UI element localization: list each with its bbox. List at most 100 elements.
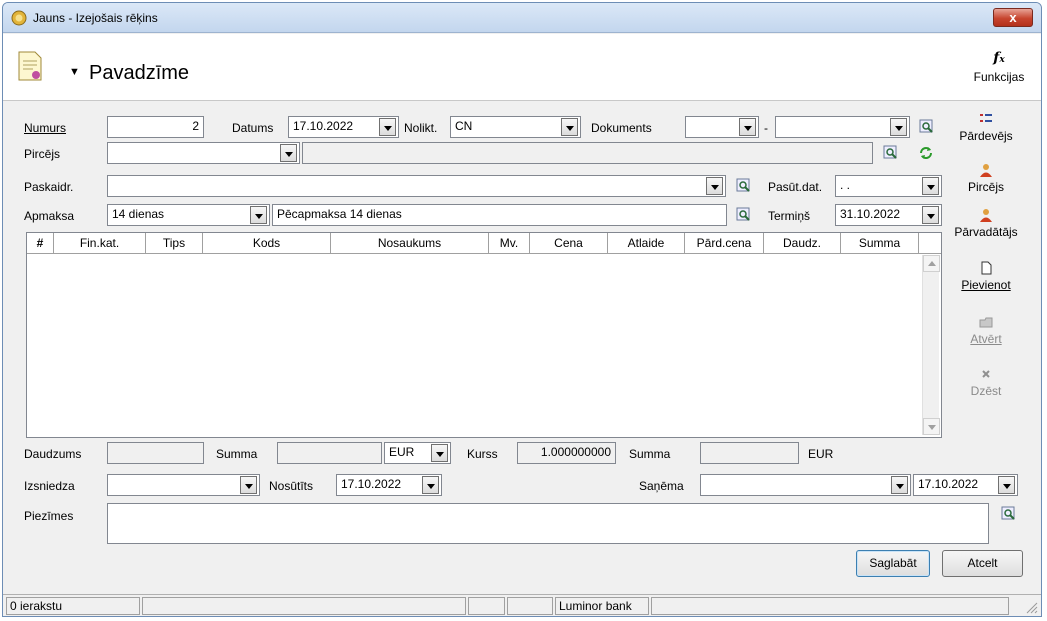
kurss-field: 1.000000000: [517, 442, 616, 464]
fx-icon: fx: [993, 50, 1005, 66]
apmaksa-label: Apmaksa: [24, 209, 75, 223]
col-fin-kat[interactable]: Fin.kat.: [54, 233, 146, 254]
pardevejs-label: Pārdevējs: [959, 129, 1013, 143]
izsniedza-label: Izsniedza: [24, 479, 75, 493]
summa2-field: [700, 442, 799, 464]
datums-label: Datums: [232, 121, 274, 135]
col-mv[interactable]: Mv.: [489, 233, 530, 254]
col-cena[interactable]: Cena: [530, 233, 608, 254]
paskaidr-lookup-icon[interactable]: [736, 178, 752, 194]
currency-dropdown-icon[interactable]: [431, 444, 448, 462]
table-scrollbar[interactable]: [922, 255, 940, 435]
termins-dropdown-icon[interactable]: [922, 206, 939, 224]
sanema-dropdown-icon[interactable]: [891, 476, 908, 494]
pievienot-button[interactable]: Pievienot: [946, 260, 1026, 292]
functions-label: Funkcijas: [973, 70, 1025, 84]
scroll-up-icon[interactable]: [923, 255, 940, 272]
numurs-label: Numurs: [24, 121, 67, 135]
col-summa[interactable]: Summa: [841, 233, 919, 254]
daudzums-label: Daudzums: [24, 447, 82, 461]
apmaksa-desc-field: Pēcapmaksa 14 dienas: [272, 204, 727, 226]
sanema-label: Saņēma: [639, 479, 684, 493]
atvert-label: Atvērt: [970, 332, 1002, 346]
piezimes-field[interactable]: [107, 503, 989, 544]
pasut-dat-label: Pasūt.dat.: [768, 180, 823, 194]
functions-button[interactable]: fx Funkcijas: [969, 50, 1029, 84]
pircejs-dropdown-icon[interactable]: [280, 144, 297, 162]
apmaksa-lookup-icon[interactable]: [736, 207, 752, 223]
summa-label: Summa: [216, 447, 258, 461]
status-records: 0 ierakstu: [6, 597, 140, 615]
pievienot-label: Pievienot: [961, 278, 1011, 292]
person-icon: [980, 209, 992, 222]
nolikt-label: Nolikt.: [404, 121, 438, 135]
pircejs-name-field: [302, 142, 873, 164]
izsniedza-field[interactable]: [107, 474, 260, 496]
dzest-label: Dzēst: [970, 384, 1002, 398]
pircejs-code-field[interactable]: [107, 142, 300, 164]
col-kods[interactable]: Kods: [203, 233, 331, 254]
cancel-button[interactable]: Atcelt: [942, 550, 1023, 577]
pircejs-lookup-icon[interactable]: [883, 145, 899, 161]
delete-icon: [982, 370, 990, 378]
pasut-dat-dropdown-icon[interactable]: [922, 177, 939, 195]
paskaidr-field[interactable]: [107, 175, 726, 197]
paskaidr-dropdown-icon[interactable]: [706, 177, 723, 195]
pardevejs-button[interactable]: Pārdevējs: [946, 111, 1026, 143]
kurss-label: Kurss: [467, 447, 498, 461]
apmaksa-field[interactable]: 14 dienas: [107, 204, 270, 226]
status-bank: Luminor bank: [555, 597, 649, 615]
piezimes-label: Piezīmes: [24, 509, 74, 523]
caret-down-icon[interactable]: ▼: [69, 66, 80, 78]
col-atlaide[interactable]: Atlaide: [608, 233, 685, 254]
header: ▼ Pavadzīme fx Funkcijas: [3, 34, 1041, 101]
dokuments-separator: -: [764, 121, 768, 135]
list-icon: [980, 114, 992, 122]
new-document-icon: [981, 261, 992, 275]
person-icon: [980, 164, 992, 177]
pircejs-button[interactable]: Pircējs: [946, 162, 1026, 194]
sanema-field[interactable]: [700, 474, 911, 496]
close-button[interactable]: x: [993, 8, 1033, 27]
numurs-field[interactable]: 2: [107, 116, 204, 138]
page-title: Pavadzīme: [89, 62, 190, 84]
status-panel-3: [468, 597, 505, 615]
col-number[interactable]: #: [27, 233, 54, 254]
apmaksa-dropdown-icon[interactable]: [250, 206, 267, 224]
open-folder-icon: [979, 317, 993, 328]
col-pard-cena[interactable]: Pārd.cena: [685, 233, 764, 254]
scroll-down-icon[interactable]: [923, 418, 940, 435]
nosutits-dropdown-icon[interactable]: [422, 476, 439, 494]
paskaidr-label: Paskaidr.: [24, 180, 74, 194]
atvert-button[interactable]: Atvērt: [946, 314, 1026, 346]
parvadatajs-label: Pārvadātājs: [954, 225, 1018, 239]
daudzums-field: [107, 442, 204, 464]
dzest-button[interactable]: Dzēst: [946, 366, 1026, 398]
dokuments-label: Dokuments: [591, 121, 652, 135]
dokuments-series-dropdown-icon[interactable]: [739, 118, 756, 136]
resize-grip-icon[interactable]: [1024, 600, 1038, 614]
izsniedza-dropdown-icon[interactable]: [240, 476, 257, 494]
refresh-icon[interactable]: [918, 145, 934, 161]
col-tips[interactable]: Tips: [146, 233, 203, 254]
title-bar: Jauns - Izejošais rēķins x: [3, 3, 1041, 33]
datums-dropdown-icon[interactable]: [379, 118, 396, 136]
currency2-label: EUR: [808, 447, 834, 461]
dokuments-number-dropdown-icon[interactable]: [890, 118, 907, 136]
sanema-date-dropdown-icon[interactable]: [998, 476, 1015, 494]
summa2-label: Summa: [629, 447, 671, 461]
window-title: Jauns - Izejošais rēķins: [33, 11, 158, 25]
items-table[interactable]: # Fin.kat. Tips Kods Nosaukums Mv. Cena …: [26, 232, 942, 438]
col-nosaukums[interactable]: Nosaukums: [331, 233, 489, 254]
parvadatajs-button[interactable]: Pārvadātājs: [946, 207, 1026, 239]
status-panel-6: [651, 597, 1009, 615]
col-daudz[interactable]: Daudz.: [764, 233, 841, 254]
app-icon: [11, 10, 27, 26]
lookup-icon[interactable]: [919, 119, 935, 135]
status-panel-2: [142, 597, 466, 615]
table-header: # Fin.kat. Tips Kods Nosaukums Mv. Cena …: [27, 233, 941, 254]
save-button[interactable]: Saglabāt: [856, 550, 930, 577]
nolikt-dropdown-icon[interactable]: [561, 118, 578, 136]
summa-field: [277, 442, 382, 464]
piezimes-lookup-icon[interactable]: [1001, 506, 1017, 522]
